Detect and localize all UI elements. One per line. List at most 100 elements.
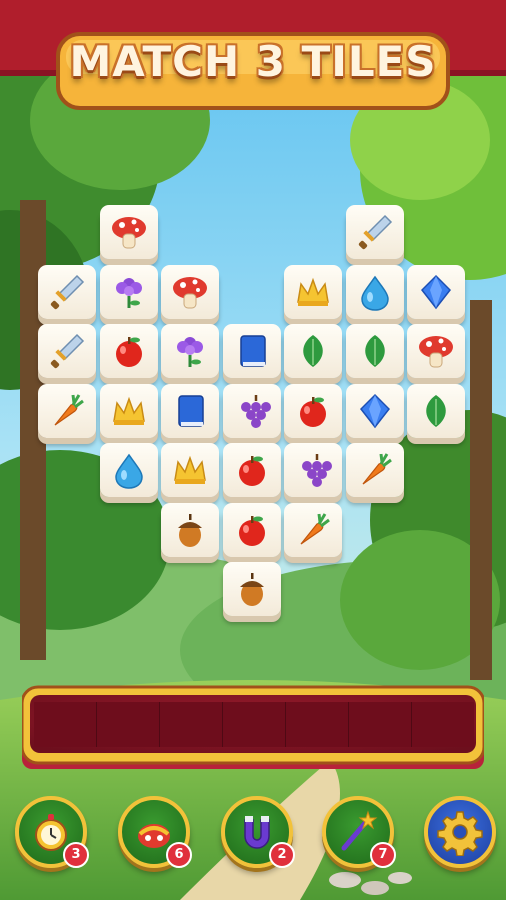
leaf-icon — [303, 335, 323, 367]
flower-tile[interactable] — [161, 324, 221, 384]
tray-slot — [97, 702, 161, 747]
tile-face — [99, 443, 158, 497]
leaf-tile[interactable] — [407, 383, 467, 444]
book-icon — [178, 394, 204, 427]
stopwatch-button[interactable]: 3 — [15, 796, 89, 868]
tile-face — [99, 205, 158, 259]
crown-icon — [112, 396, 145, 425]
acorn-icon — [178, 513, 202, 547]
acorn-tile[interactable] — [161, 502, 221, 563]
mushroom-tile[interactable] — [99, 205, 160, 265]
tile-face — [345, 264, 404, 319]
tile-face — [284, 324, 342, 378]
gem-tile[interactable] — [407, 264, 467, 325]
tray-slot — [223, 702, 287, 747]
carrot-tile[interactable] — [38, 383, 98, 444]
apple-tile[interactable] — [284, 383, 344, 444]
apple-tile[interactable] — [99, 324, 160, 384]
magic-wand-button[interactable]: 7 — [322, 796, 396, 868]
tile-face — [38, 264, 96, 319]
gem-tile[interactable] — [345, 383, 406, 444]
sword-icon — [50, 333, 85, 369]
tile-face — [222, 562, 281, 616]
tile-face — [284, 502, 342, 557]
tile-face — [407, 324, 465, 378]
apple-tile[interactable] — [222, 502, 283, 563]
powerup-count-badge: 3 — [63, 842, 89, 868]
crown-icon — [174, 455, 206, 484]
carrot-icon — [362, 453, 392, 485]
tile-face — [345, 383, 404, 438]
crown-tile[interactable] — [284, 264, 344, 325]
tile-face — [99, 324, 158, 378]
mushroom-tile[interactable] — [161, 264, 221, 325]
grapes-icon — [302, 454, 332, 487]
grapes-tile[interactable] — [284, 443, 344, 503]
mushroom-tile[interactable] — [407, 324, 467, 384]
apple-tile[interactable] — [222, 443, 283, 503]
tray-slot — [160, 702, 224, 747]
tile-face — [407, 383, 465, 438]
apple-icon — [238, 456, 265, 486]
leaf-tile[interactable] — [345, 324, 406, 384]
book-tile[interactable] — [161, 383, 221, 444]
apple-icon — [300, 396, 326, 427]
settings-button[interactable] — [424, 796, 496, 868]
tile-face — [99, 264, 158, 319]
grapes-tile[interactable] — [222, 383, 283, 444]
leaf-icon — [426, 394, 446, 427]
flower-icon — [115, 277, 142, 308]
tile-face — [222, 383, 281, 438]
drop-tile[interactable] — [345, 264, 406, 325]
flower-icon — [177, 337, 203, 367]
crown-tile[interactable] — [99, 383, 160, 444]
tile-face — [38, 383, 96, 438]
tile-face — [284, 264, 342, 319]
tray-slot — [412, 702, 474, 747]
tile-face — [222, 324, 281, 378]
leaf-tile[interactable] — [284, 324, 344, 384]
drop-icon — [360, 275, 389, 311]
leaf-icon — [364, 335, 385, 367]
tile-face — [38, 324, 96, 378]
tile-face — [161, 502, 219, 557]
tile-face — [284, 443, 342, 497]
tile-face — [161, 264, 219, 319]
crown-tile[interactable] — [161, 443, 221, 503]
collection-tray — [22, 683, 484, 773]
powerup-count-badge: 6 — [166, 842, 192, 868]
carrot-icon — [54, 393, 84, 425]
powerup-count-badge: 7 — [370, 842, 396, 868]
tile-face — [284, 383, 342, 438]
mushroom-icon — [111, 217, 146, 249]
carrot-icon — [300, 512, 330, 544]
acorn-icon — [239, 573, 264, 606]
shuffle-button[interactable]: 6 — [118, 796, 192, 868]
sword-tile[interactable] — [38, 324, 98, 384]
game-title: MATCH 3 TILES — [69, 37, 437, 86]
apple-icon — [115, 337, 142, 367]
tile-face — [161, 383, 219, 438]
tile-face — [407, 264, 465, 319]
sword-tile[interactable] — [38, 264, 98, 325]
tile-face — [345, 443, 404, 497]
book-tile[interactable] — [222, 324, 283, 384]
flower-tile[interactable] — [99, 264, 160, 325]
apple-icon — [238, 515, 265, 546]
tile-face — [345, 324, 404, 378]
magnet-button[interactable]: 2 — [221, 796, 295, 868]
carrot-tile[interactable] — [345, 443, 406, 503]
tile-face — [222, 502, 281, 557]
gem-icon — [359, 393, 390, 428]
drop-tile[interactable] — [99, 443, 160, 503]
mushroom-icon — [419, 336, 453, 368]
acorn-tile[interactable] — [222, 562, 283, 622]
book-icon — [239, 335, 266, 367]
tray-slot — [286, 702, 350, 747]
carrot-tile[interactable] — [284, 502, 344, 563]
tile-face — [161, 324, 219, 378]
sword-icon — [50, 274, 85, 309]
sword-tile[interactable] — [345, 205, 406, 265]
mushroom-icon — [173, 276, 207, 308]
sword-icon — [358, 214, 392, 250]
